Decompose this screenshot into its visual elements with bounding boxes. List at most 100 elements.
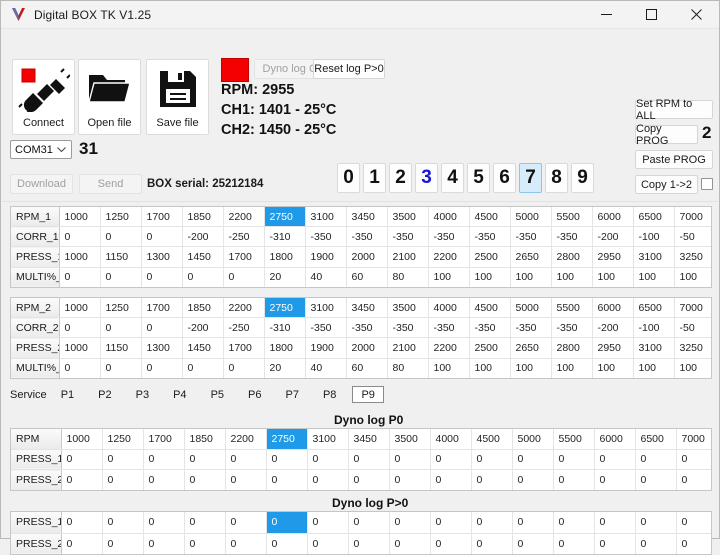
cell[interactable]: -50 <box>674 226 711 248</box>
cell[interactable]: -350 <box>387 317 429 339</box>
cell[interactable]: 2200 <box>225 429 267 450</box>
cell[interactable]: 3100 <box>633 246 675 268</box>
cell[interactable]: -250 <box>223 226 265 248</box>
cell[interactable]: 0 <box>471 449 513 471</box>
copy-prog-button[interactable]: Copy PROG <box>635 123 698 147</box>
cell[interactable]: 1000 <box>61 429 103 450</box>
cell[interactable]: 3100 <box>633 337 675 359</box>
cell[interactable]: -350 <box>428 226 470 248</box>
cell[interactable]: 5500 <box>551 298 593 319</box>
cell[interactable]: 1900 <box>305 246 347 268</box>
table-prog-2[interactable]: RPM_2 1000 1250 1700 1850 2200 2750 3100 3450 350… <box>10 297 712 379</box>
cell[interactable]: 0 <box>100 226 142 248</box>
cell[interactable]: 100 <box>551 267 593 287</box>
cell[interactable]: 100 <box>633 358 675 378</box>
connect-button[interactable]: Connect <box>12 59 75 135</box>
cell[interactable]: 5000 <box>512 429 554 450</box>
cell[interactable]: 2650 <box>510 337 552 359</box>
cell[interactable]: 100 <box>469 267 511 287</box>
tab-p5[interactable]: P5 <box>203 386 232 403</box>
cell[interactable]: 2000 <box>346 246 388 268</box>
cell[interactable]: 0 <box>61 533 103 554</box>
cell[interactable]: 7000 <box>676 429 711 450</box>
cell[interactable]: 0 <box>635 469 677 490</box>
reset-log-button[interactable]: Reset log P>0 <box>313 59 385 79</box>
cell[interactable]: 1250 <box>102 429 144 450</box>
cell[interactable]: 100 <box>551 358 593 378</box>
tab-p8[interactable]: P8 <box>315 386 344 403</box>
cell[interactable]: 0 <box>307 512 349 534</box>
maximize-button[interactable] <box>629 1 674 28</box>
cell[interactable]: 0 <box>102 469 144 490</box>
cell[interactable]: 0 <box>143 512 185 534</box>
cell[interactable]: -200 <box>182 317 224 339</box>
cell[interactable]: 0 <box>182 358 224 378</box>
prog-digit-8[interactable]: 8 <box>545 163 568 193</box>
cell[interactable]: 4000 <box>428 298 470 319</box>
cell[interactable]: 3450 <box>348 429 390 450</box>
cell[interactable]: 4500 <box>471 429 513 450</box>
cell[interactable]: 0 <box>266 533 308 554</box>
cell[interactable]: 0 <box>348 533 390 554</box>
cell[interactable]: 0 <box>184 512 226 534</box>
cell[interactable]: 1700 <box>141 207 183 228</box>
cell[interactable]: 0 <box>389 512 431 534</box>
cell[interactable]: 0 <box>594 469 636 490</box>
cell[interactable]: 1000 <box>59 246 101 268</box>
cell[interactable]: -350 <box>346 226 388 248</box>
cell[interactable]: 6500 <box>633 207 675 228</box>
cell[interactable]: 0 <box>512 512 554 534</box>
cell[interactable]: 0 <box>266 512 308 534</box>
cell[interactable]: 0 <box>59 317 101 339</box>
cell[interactable]: 1150 <box>100 337 142 359</box>
cell[interactable]: 1250 <box>100 298 142 319</box>
cell[interactable]: -350 <box>551 226 593 248</box>
cell[interactable]: -100 <box>633 226 675 248</box>
cell[interactable]: 0 <box>676 512 711 534</box>
save-file-button[interactable]: Save file <box>146 59 209 135</box>
cell[interactable]: 0 <box>141 226 183 248</box>
cell[interactable]: 1800 <box>264 246 306 268</box>
cell[interactable]: -350 <box>510 226 552 248</box>
cell[interactable]: 0 <box>184 449 226 471</box>
tab-p3[interactable]: P3 <box>128 386 157 403</box>
cell[interactable]: 0 <box>635 533 677 554</box>
cell[interactable]: 0 <box>102 512 144 534</box>
cell[interactable]: 0 <box>430 533 472 554</box>
cell[interactable]: -350 <box>428 317 470 339</box>
cell[interactable]: 7000 <box>674 298 711 319</box>
cell[interactable]: 1000 <box>59 298 101 319</box>
cell[interactable]: 0 <box>553 512 595 534</box>
cell[interactable]: 4500 <box>469 207 511 228</box>
cell[interactable]: 3500 <box>389 429 431 450</box>
cell[interactable]: 0 <box>430 512 472 534</box>
cell[interactable]: 0 <box>389 469 431 490</box>
cell[interactable]: 0 <box>348 469 390 490</box>
tab-p9[interactable]: P9 <box>352 386 384 403</box>
cell[interactable]: 5500 <box>553 429 595 450</box>
cell[interactable]: 20 <box>264 267 306 287</box>
cell[interactable]: -200 <box>592 317 634 339</box>
cell[interactable]: 6000 <box>594 429 636 450</box>
cell[interactable]: 0 <box>266 449 308 471</box>
tab-p2[interactable]: P2 <box>90 386 119 403</box>
cell[interactable]: 2800 <box>551 246 593 268</box>
cell[interactable]: 1000 <box>59 207 101 228</box>
prog-digit-7[interactable]: 7 <box>519 163 542 193</box>
cell[interactable]: -250 <box>223 317 265 339</box>
cell[interactable]: 3250 <box>674 246 711 268</box>
cell[interactable]: 0 <box>430 469 472 490</box>
cell[interactable]: 1850 <box>184 429 226 450</box>
cell[interactable]: 2200 <box>223 298 265 319</box>
cell[interactable]: -350 <box>305 317 347 339</box>
cell[interactable]: 2950 <box>592 246 634 268</box>
cell[interactable]: 0 <box>143 533 185 554</box>
cell[interactable]: 1450 <box>182 246 224 268</box>
cell[interactable]: 0 <box>225 533 267 554</box>
cell[interactable]: 0 <box>141 358 183 378</box>
cell[interactable]: 0 <box>676 533 711 554</box>
cell[interactable]: 40 <box>305 358 347 378</box>
cell[interactable]: 0 <box>223 358 265 378</box>
cell[interactable]: 0 <box>184 533 226 554</box>
cell[interactable]: 2200 <box>428 337 470 359</box>
